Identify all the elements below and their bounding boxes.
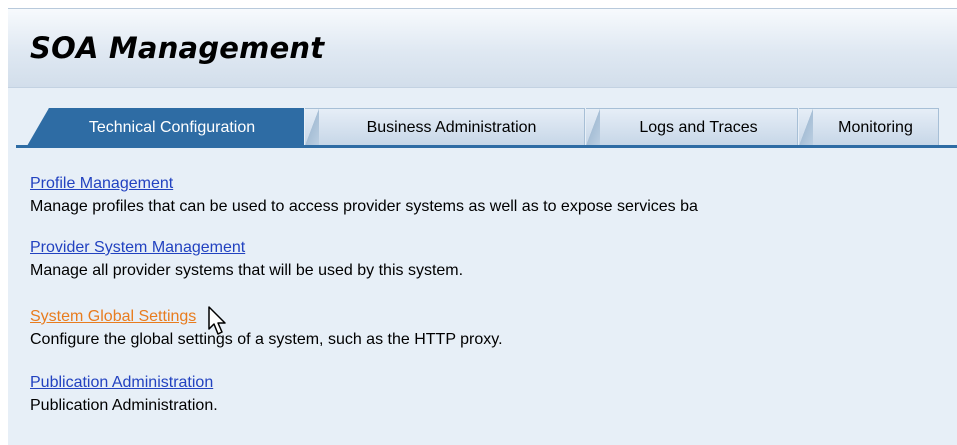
system-global-settings-link[interactable]: System Global Settings <box>30 307 196 327</box>
tab-monitoring[interactable]: Monitoring <box>799 108 939 146</box>
tab-label: Monitoring <box>838 118 913 136</box>
publication-administration-description: Publication Administration. <box>30 397 218 414</box>
provider-system-management-description: Manage all provider systems that will be… <box>30 262 464 279</box>
list-item-publication-administration: Publication Administration Publication A… <box>30 373 218 416</box>
provider-system-management-link[interactable]: Provider System Management <box>30 238 245 258</box>
profile-management-link[interactable]: Profile Management <box>30 174 173 194</box>
tab-technical-configuration[interactable]: Technical Configuration <box>27 108 304 146</box>
list-item-profile-management: Profile Management Manage profiles that … <box>30 174 698 217</box>
tab-logs-and-traces[interactable]: Logs and Traces <box>586 108 798 146</box>
tab-strip: Technical Configuration Business Adminis… <box>8 108 957 146</box>
page-header: SOA Management <box>8 8 957 88</box>
system-global-settings-description: Configure the global settings of a syste… <box>30 331 503 348</box>
list-item-provider-system-management: Provider System Management Manage all pr… <box>30 238 463 281</box>
profile-management-description: Manage profiles that can be used to acce… <box>30 198 698 215</box>
tab-label: Business Administration <box>366 118 537 136</box>
page-title: SOA Management <box>30 31 325 65</box>
tab-label: Logs and Traces <box>639 118 758 136</box>
soa-management-frame: SOA Management Technical Configuration B… <box>8 8 957 445</box>
tab-content-panel: Profile Management Manage profiles that … <box>8 148 957 445</box>
tab-business-administration[interactable]: Business Administration <box>305 108 585 146</box>
list-item-system-global-settings: System Global Settings Configure the glo… <box>30 307 503 350</box>
publication-administration-link[interactable]: Publication Administration <box>30 373 213 393</box>
